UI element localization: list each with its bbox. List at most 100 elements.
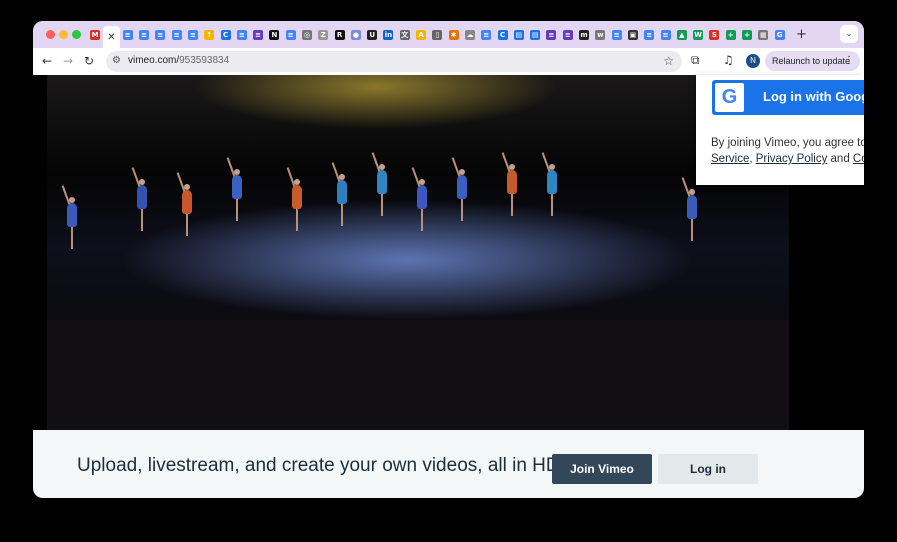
browser-tab[interactable]: U (364, 26, 380, 44)
browser-tab[interactable]: ◎ (299, 26, 315, 44)
docs-icon: ≡ (171, 30, 182, 40)
reload-button[interactable]: ↻ (81, 53, 97, 69)
browser-tab[interactable]: W (690, 26, 706, 44)
google-login-button[interactable]: G Log in with Google (712, 80, 864, 115)
docs-icon: ≡ (139, 30, 150, 40)
browser-tab[interactable]: S (706, 26, 722, 44)
doc-outline-icon: ▯ (432, 30, 443, 40)
tab-list: M ✕ ≡ ≡ ≡ ≡ ≡ ↑ C ≡ ≡ N ≡ ◎ Z R ● Uin 文 A ▯ ✱ ☁ ≡ C ▤ ▤ ≡ ≡ m w ≡ ▣ ≡ ≡ ▲ W S… (87, 26, 788, 48)
browser-tab[interactable]: ↑ (201, 26, 217, 44)
browser-tab[interactable]: M (87, 26, 103, 44)
dancer-figure (371, 152, 387, 216)
media-controls-icon[interactable]: ♫ (723, 53, 734, 67)
browser-tab[interactable]: ≡ (136, 26, 152, 44)
dancer-figure (411, 167, 427, 231)
google-icon: G (774, 30, 785, 40)
browser-tab[interactable]: R (331, 26, 347, 44)
docs-icon: ≡ (611, 30, 622, 40)
browser-tab[interactable]: ≡ (283, 26, 299, 44)
terms-of-service-link[interactable]: Service (711, 153, 749, 165)
browser-tab[interactable]: C (494, 26, 510, 44)
uo-icon: U (367, 30, 378, 40)
slides-icon: A (416, 30, 427, 40)
dancer-figure (226, 157, 242, 221)
browser-tab[interactable]: in (380, 26, 396, 44)
relaunch-button[interactable]: Relaunch to update ⋮ (765, 51, 860, 71)
browser-tab[interactable]: ≡ (657, 26, 673, 44)
browser-tab[interactable]: G (771, 26, 787, 44)
banner-text: Upload, livestream, and create your own … (77, 455, 565, 476)
browser-tab[interactable]: ✕ (103, 26, 120, 48)
linkedin-icon: in (383, 30, 394, 40)
browser-tab[interactable]: ▣ (625, 26, 641, 44)
docs-icon: ≡ (481, 30, 492, 40)
browser-tab[interactable]: ▲ (674, 26, 690, 44)
table-icon: ▦ (758, 30, 769, 40)
browser-tab[interactable]: ≡ (609, 26, 625, 44)
r-icon: R (334, 30, 345, 40)
google-logo-icon: G (715, 83, 744, 112)
browser-tab[interactable]: ▯ (429, 26, 445, 44)
chrome-c-icon: C (497, 30, 508, 40)
browser-tab[interactable]: ▦ (755, 26, 771, 44)
minimize-window-button[interactable] (59, 30, 68, 39)
browser-tab[interactable]: ▤ (511, 26, 527, 44)
browser-tab[interactable]: ≡ (478, 26, 494, 44)
sheets-icon: + (742, 30, 753, 40)
address-bar[interactable]: ⚙ vimeo.com/953593834 ☆ (106, 51, 682, 72)
sheets-icon: W (693, 30, 704, 40)
browser-tab[interactable]: ≡ (250, 26, 266, 44)
translate-icon: 文 (399, 30, 410, 40)
browser-tab[interactable]: ≡ (641, 26, 657, 44)
page-content: G Log in with Google By joining Vimeo, y… (33, 75, 864, 498)
wiki-icon: w (595, 30, 606, 40)
tab-strip: M ✕ ≡ ≡ ≡ ≡ ≡ ↑ C ≡ ≡ N ≡ ◎ Z R ● Uin 文 A ▯ ✱ ☁ ≡ C ▤ ▤ ≡ ≡ m w ≡ ▣ ≡ ≡ ▲ W S… (33, 21, 864, 48)
dancer-figure (131, 167, 147, 231)
site-info-icon[interactable]: ⚙ (112, 55, 121, 66)
browser-tab[interactable]: ≡ (234, 26, 250, 44)
browser-tab[interactable]: ≡ (168, 26, 184, 44)
extensions-icon[interactable]: ⧉ (691, 53, 700, 68)
browser-tab[interactable]: ≡ (560, 26, 576, 44)
browser-tab[interactable]: 文 (397, 26, 413, 44)
sparkle-icon: ✱ (448, 30, 459, 40)
browser-tab[interactable]: Z (315, 26, 331, 44)
cloud-icon: ☁ (464, 30, 475, 40)
browser-tab[interactable]: ≡ (543, 26, 559, 44)
cookie-policy-link[interactable]: Cookie Policy (853, 153, 864, 165)
tab-search-button[interactable]: ⌄ (840, 25, 858, 43)
new-tab-button[interactable]: + (796, 27, 807, 42)
docs-icon: ≡ (187, 30, 198, 40)
forward-button[interactable]: → (60, 53, 76, 69)
profile-avatar[interactable]: N (746, 54, 760, 68)
join-vimeo-button[interactable]: Join Vimeo (552, 454, 652, 484)
browser-tab[interactable]: ≡ (152, 26, 168, 44)
browser-tab[interactable]: m (576, 26, 592, 44)
back-button[interactable]: ← (39, 53, 55, 69)
browser-tab[interactable]: A (413, 26, 429, 44)
browser-tab[interactable]: ▤ (527, 26, 543, 44)
browser-tab[interactable]: ● (348, 26, 364, 44)
browser-tab[interactable]: ☁ (462, 26, 478, 44)
close-window-button[interactable] (46, 30, 55, 39)
url-text[interactable]: vimeo.com/953593834 (128, 55, 229, 66)
browser-tab[interactable]: w (592, 26, 608, 44)
log-in-button[interactable]: Log in (658, 454, 758, 484)
browser-tab[interactable]: ≡ (185, 26, 201, 44)
browser-tab[interactable]: ≡ (120, 26, 136, 44)
browser-tab[interactable]: C (217, 26, 233, 44)
browser-tab[interactable]: + (723, 26, 739, 44)
maximize-window-button[interactable] (72, 30, 81, 39)
more-menu-icon: ⋮ (844, 55, 854, 66)
bookmark-star-icon[interactable]: ☆ (663, 54, 674, 68)
video-player[interactable] (47, 75, 789, 430)
browser-tab[interactable]: N (266, 26, 282, 44)
docs-icon: ≡ (122, 30, 133, 40)
privacy-policy-link[interactable]: Privacy Policy (756, 153, 828, 165)
docs-icon: ≡ (236, 30, 247, 40)
forms-icon: ≡ (562, 30, 573, 40)
dancer-figure (176, 172, 192, 236)
browser-tab[interactable]: + (739, 26, 755, 44)
browser-tab[interactable]: ✱ (446, 26, 462, 44)
close-icon[interactable]: ✕ (107, 32, 115, 43)
